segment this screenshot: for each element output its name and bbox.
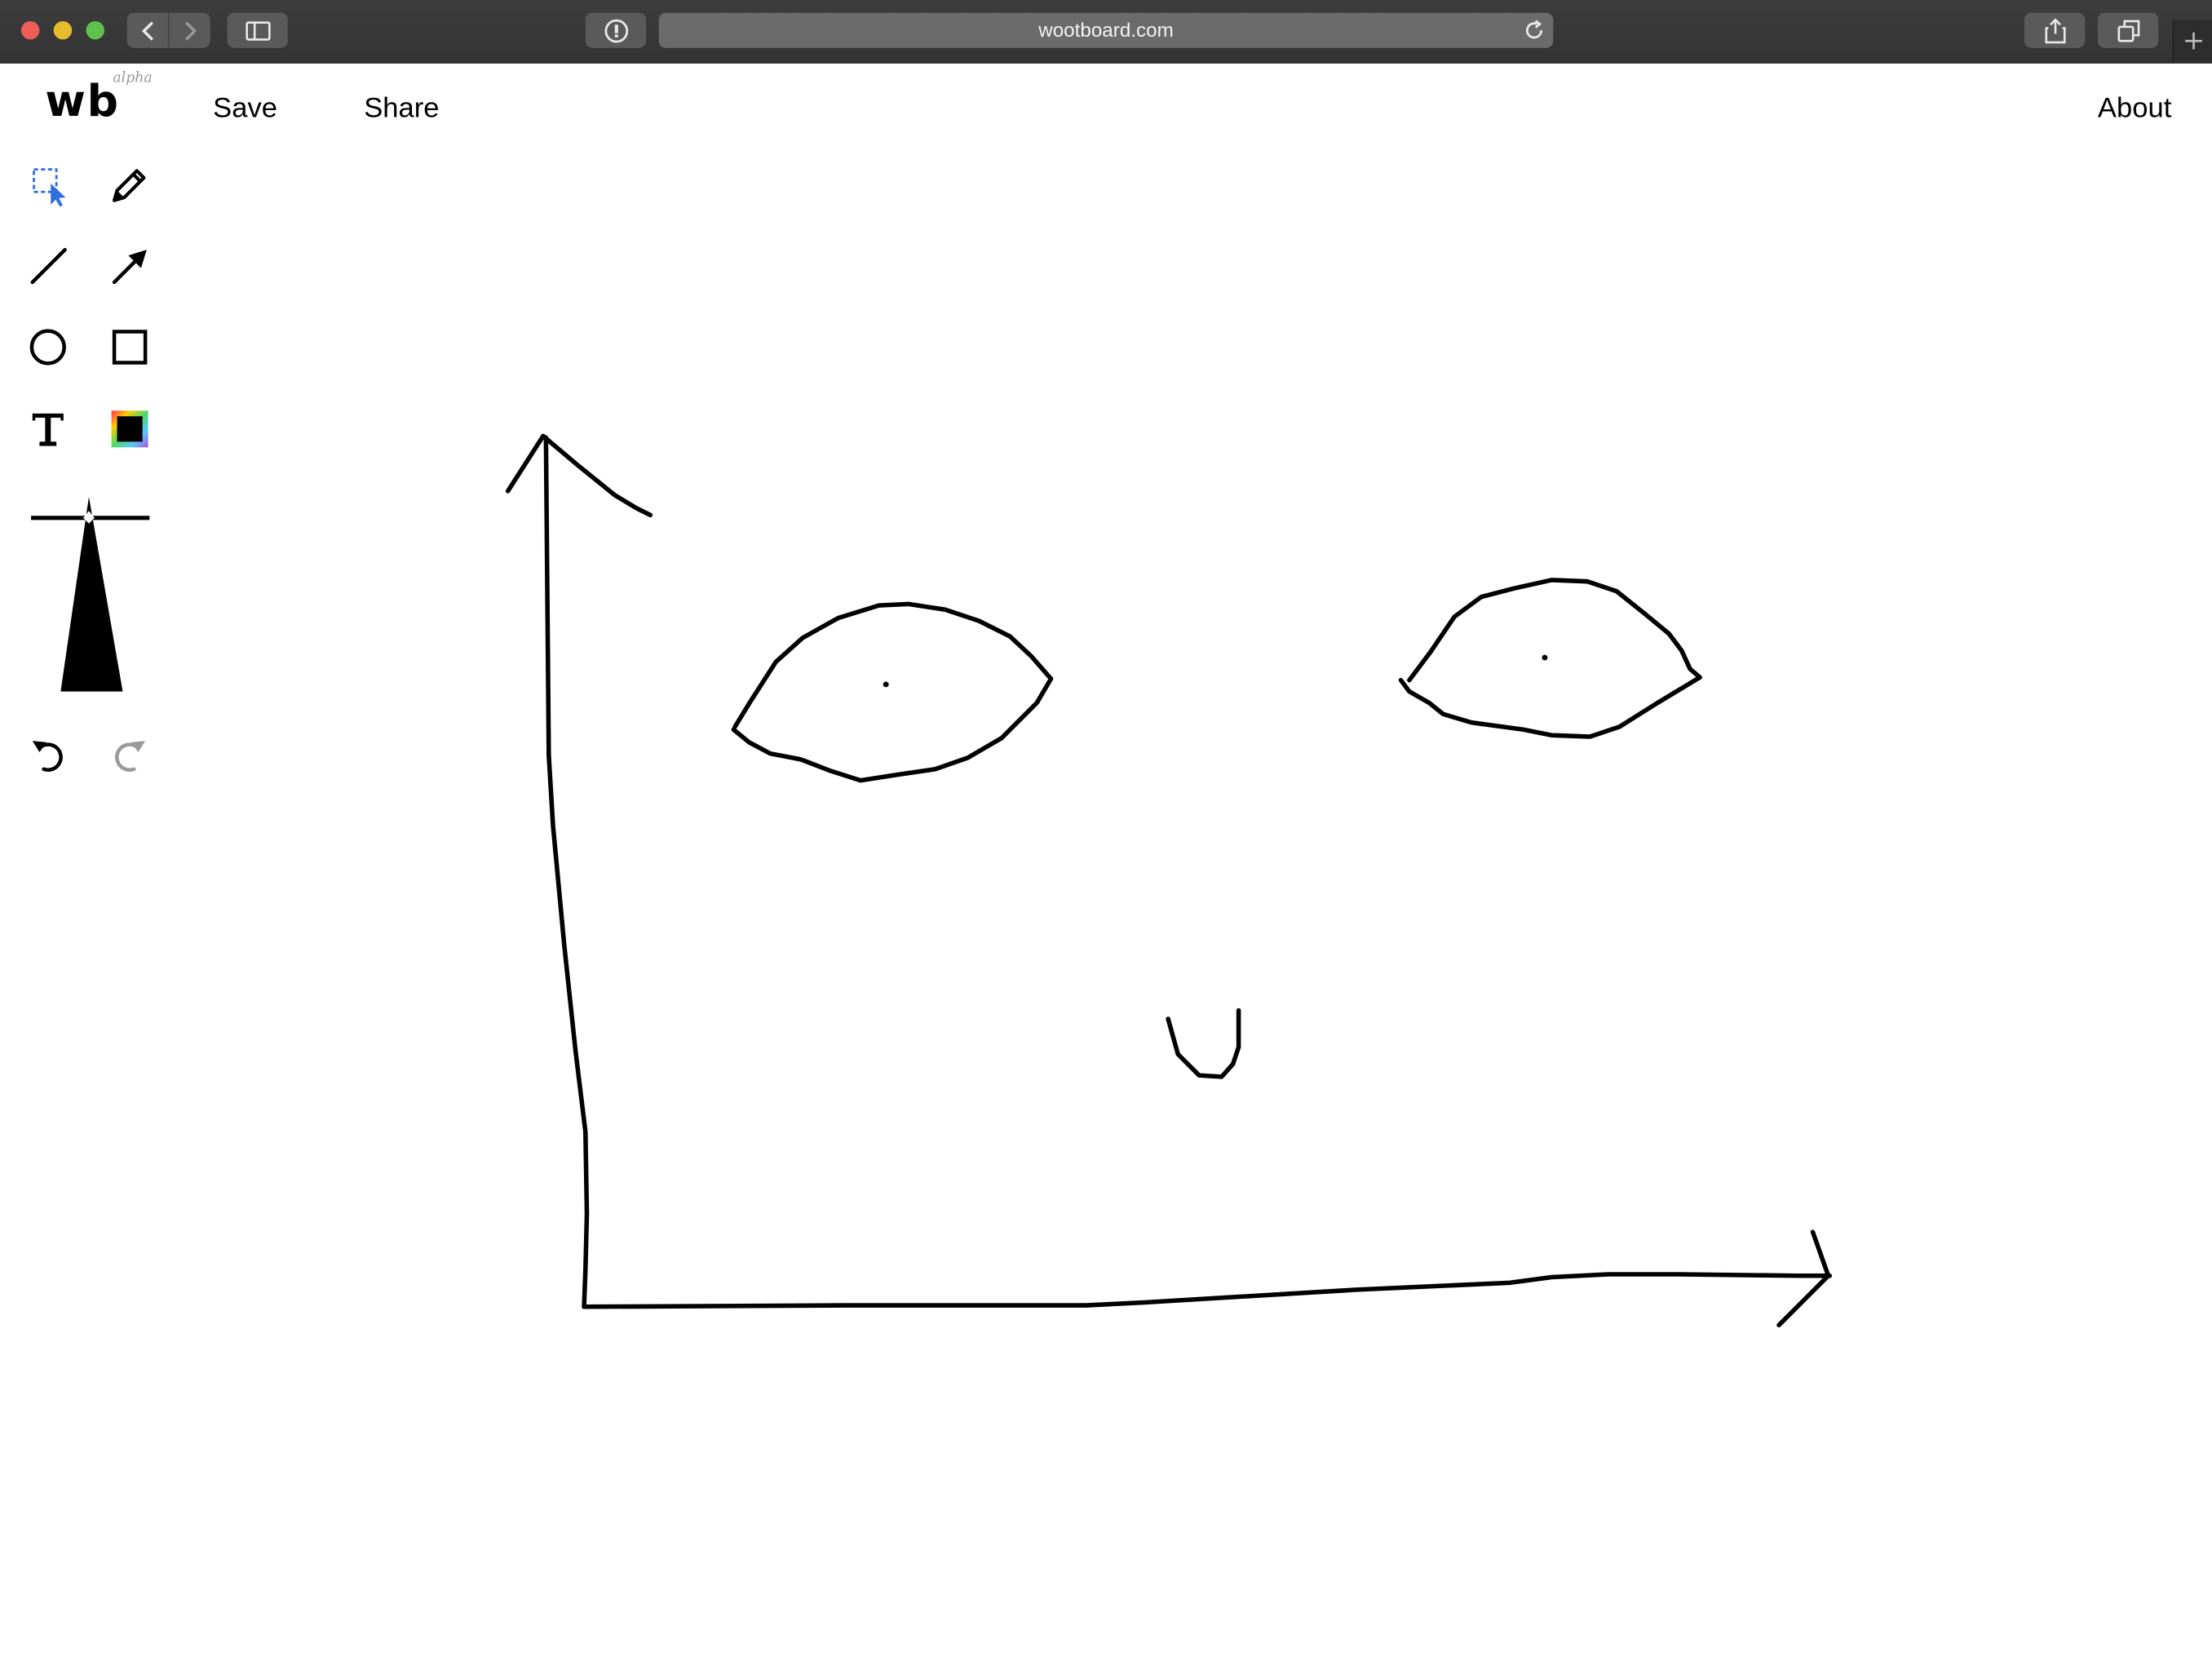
alpha-tag: alpha <box>113 70 153 86</box>
app-logo[interactable]: wb <box>45 76 119 126</box>
line-tool-button[interactable] <box>24 241 72 290</box>
drawn-x-axis <box>582 1272 1833 1309</box>
color-picker-button[interactable] <box>106 405 154 453</box>
undo-button[interactable] <box>24 731 72 779</box>
undo-icon <box>32 741 63 772</box>
color-swatch-icon <box>111 410 148 448</box>
rectangle-tool-button[interactable] <box>106 323 154 371</box>
drawn-x-arrowhead <box>1776 1229 1831 1328</box>
select-tool-button[interactable] <box>24 161 72 209</box>
line-icon <box>30 247 67 285</box>
save-link[interactable]: Save <box>213 91 277 127</box>
drawn-left-eye <box>731 601 1054 783</box>
circle-tool-button[interactable] <box>24 323 72 371</box>
drawn-y-axis <box>543 435 590 1309</box>
pencil-icon <box>113 169 146 202</box>
drawn-left-pupil <box>883 681 889 688</box>
about-link[interactable]: About <box>2098 91 2171 127</box>
circle-icon <box>29 329 66 365</box>
rectangle-icon <box>112 330 148 365</box>
text-tool-button[interactable] <box>24 405 72 453</box>
drawn-right-pupil <box>1542 654 1548 661</box>
pencil-tool-button[interactable] <box>106 161 154 209</box>
select-icon <box>33 168 66 207</box>
redo-icon <box>115 741 146 772</box>
stroke-size-slider[interactable] <box>29 494 153 694</box>
arrow-icon <box>112 250 147 285</box>
share-link[interactable]: Share <box>364 91 439 127</box>
drawing-layer <box>505 433 1833 1328</box>
redo-button[interactable] <box>106 731 154 779</box>
text-icon <box>32 413 64 446</box>
arrow-tool-button[interactable] <box>106 241 154 290</box>
drawing-canvas[interactable] <box>0 64 2212 1661</box>
drawn-y-arrowhead <box>505 433 653 518</box>
drawn-mouth <box>1166 1008 1241 1079</box>
drawn-right-eye <box>1398 578 1702 739</box>
